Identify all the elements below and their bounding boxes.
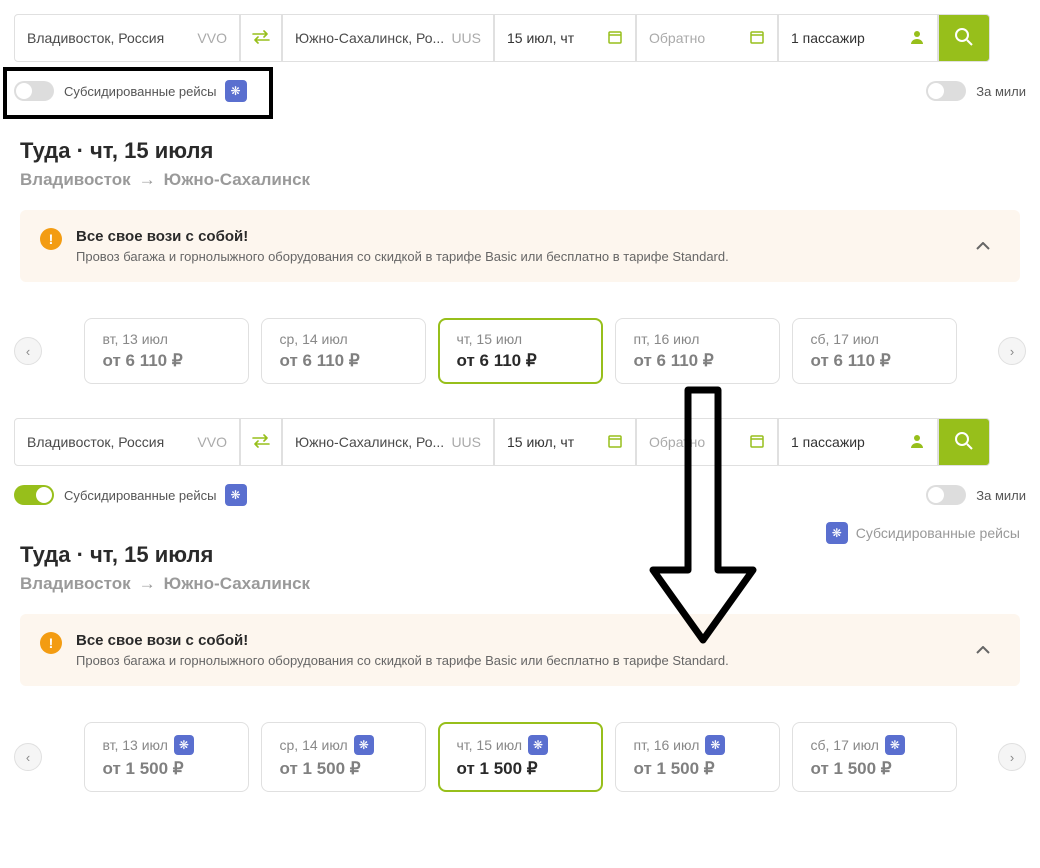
swap-icon	[252, 433, 270, 452]
miles-label: За мили	[976, 84, 1026, 99]
miles-toggle-group: За мили	[926, 485, 1026, 505]
person-icon	[909, 29, 925, 48]
route-text: Владивосток → Южно-Сахалинск	[20, 170, 1020, 190]
swap-icon	[252, 29, 270, 48]
exclamation-icon: !	[40, 228, 62, 250]
next-dates-button[interactable]: ›	[998, 743, 1026, 771]
subsidy-tag: Субсидированные рейсы	[818, 518, 1040, 544]
from-field[interactable]: Владивосток, Россия VVO	[14, 14, 240, 62]
calendar-icon	[607, 29, 623, 48]
subsidized-label: Субсидированные рейсы	[64, 488, 217, 503]
return-date-text: Обратно	[649, 30, 705, 46]
section-header-2: Туда · чт, 15 июля Владивосток → Южно-Са…	[0, 518, 330, 598]
info-banner-1[interactable]: ! Все свое вози с собой! Провоз багажа и…	[20, 210, 1020, 282]
depart-date-field[interactable]: 15 июл, чт	[494, 418, 636, 466]
passengers-field[interactable]: 1 пассажир	[778, 14, 938, 62]
arrow-right-icon: →	[139, 170, 156, 190]
passengers-field[interactable]: 1 пассажир	[778, 418, 938, 466]
miles-toggle[interactable]	[926, 485, 966, 505]
eagle-icon	[354, 735, 374, 755]
depart-date-field[interactable]: 15 июл, чт	[494, 14, 636, 62]
from-code: VVO	[191, 30, 227, 46]
highlight-annotation	[3, 67, 273, 119]
eagle-icon	[528, 735, 548, 755]
person-icon	[909, 433, 925, 452]
to-field[interactable]: Южно-Сахалинск, Ро... UUS	[282, 418, 494, 466]
calendar-icon	[749, 29, 765, 48]
miles-toggle-group: За мили	[926, 81, 1026, 101]
miles-label: За мили	[976, 488, 1026, 503]
search-bar-1: Владивосток, Россия VVO Южно-Сахалинск, …	[0, 0, 1040, 76]
swap-button[interactable]	[240, 14, 282, 62]
from-field[interactable]: Владивосток, Россия VVO	[14, 418, 240, 466]
eagle-icon	[885, 735, 905, 755]
banner-text: Провоз багажа и горнолыжного оборудовани…	[76, 249, 729, 264]
toggle-row-2: Субсидированные рейсы За мили	[0, 480, 1040, 518]
arrow-right-icon: →	[139, 574, 156, 594]
subsidy-tag-text: Субсидированные рейсы	[856, 525, 1020, 541]
date-carousel-1: ‹ вт, 13 июл от 6 110 ₽ ср, 14 июл от 6 …	[0, 298, 1040, 394]
date-tile[interactable]: сб, 17 июл от 1 500 ₽	[792, 722, 957, 792]
subsidized-toggle-on[interactable]	[14, 485, 54, 505]
date-tile-selected[interactable]: чт, 15 июл от 6 110 ₽	[438, 318, 603, 384]
route-from: Владивосток	[20, 574, 131, 594]
date-tile[interactable]: вт, 13 июл от 6 110 ₽	[84, 318, 249, 384]
to-city: Южно-Сахалинск, Ро...	[295, 434, 444, 450]
calendar-icon	[607, 433, 623, 452]
eagle-icon	[225, 484, 247, 506]
from-city: Владивосток, Россия	[27, 434, 164, 450]
route-to: Южно-Сахалинск	[164, 170, 310, 190]
return-date-field[interactable]: Обратно	[636, 14, 778, 62]
direction-title: Туда · чт, 15 июля	[20, 542, 310, 568]
section-header-1: Туда · чт, 15 июля Владивосток → Южно-Са…	[0, 114, 1040, 194]
to-field[interactable]: Южно-Сахалинск, Ро... UUS	[282, 14, 494, 62]
chevron-up-icon	[976, 641, 1000, 659]
depart-date-text: 15 июл, чт	[507, 30, 574, 46]
next-dates-button[interactable]: ›	[998, 337, 1026, 365]
swap-button[interactable]	[240, 418, 282, 466]
search-bar-2: Владивосток, Россия VVO Южно-Сахалинск, …	[0, 404, 1040, 480]
route-to: Южно-Сахалинск	[164, 574, 310, 594]
search-button[interactable]	[938, 14, 990, 62]
date-tile[interactable]: вт, 13 июл от 1 500 ₽	[84, 722, 249, 792]
date-tile-selected[interactable]: чт, 15 июл от 1 500 ₽	[438, 722, 603, 792]
chevron-up-icon	[976, 237, 1000, 255]
eagle-icon	[826, 522, 848, 544]
to-code: UUS	[445, 434, 481, 450]
search-icon	[954, 431, 974, 454]
date-tile[interactable]: пт, 16 июл от 1 500 ₽	[615, 722, 780, 792]
banner-title: Все свое вози с собой!	[76, 228, 729, 245]
pax-text: 1 пассажир	[791, 30, 865, 46]
arrow-annotation	[643, 380, 763, 655]
search-button[interactable]	[938, 418, 990, 466]
search-icon	[954, 27, 974, 50]
to-city: Южно-Сахалинск, Ро...	[295, 30, 444, 46]
prev-dates-button[interactable]: ‹	[14, 337, 42, 365]
route-text: Владивосток → Южно-Сахалинск	[20, 574, 310, 594]
from-code: VVO	[191, 434, 227, 450]
depart-date-text: 15 июл, чт	[507, 434, 574, 450]
from-city: Владивосток, Россия	[27, 30, 164, 46]
eagle-icon	[705, 735, 725, 755]
date-tile[interactable]: сб, 17 июл от 6 110 ₽	[792, 318, 957, 384]
direction-title: Туда · чт, 15 июля	[20, 138, 1020, 164]
date-tile[interactable]: ср, 14 июл от 6 110 ₽	[261, 318, 426, 384]
prev-dates-button[interactable]: ‹	[14, 743, 42, 771]
exclamation-icon: !	[40, 632, 62, 654]
eagle-icon	[174, 735, 194, 755]
banner-text: Провоз багажа и горнолыжного оборудовани…	[76, 653, 729, 668]
info-banner-2[interactable]: ! Все свое вози с собой! Провоз багажа и…	[20, 614, 1020, 686]
date-tile[interactable]: пт, 16 июл от 6 110 ₽	[615, 318, 780, 384]
banner-title: Все свое вози с собой!	[76, 632, 729, 649]
date-carousel-2: ‹ вт, 13 июл от 1 500 ₽ ср, 14 июл от 1 …	[0, 702, 1040, 802]
route-from: Владивосток	[20, 170, 131, 190]
date-tile[interactable]: ср, 14 июл от 1 500 ₽	[261, 722, 426, 792]
pax-text: 1 пассажир	[791, 434, 865, 450]
to-code: UUS	[445, 30, 481, 46]
miles-toggle[interactable]	[926, 81, 966, 101]
